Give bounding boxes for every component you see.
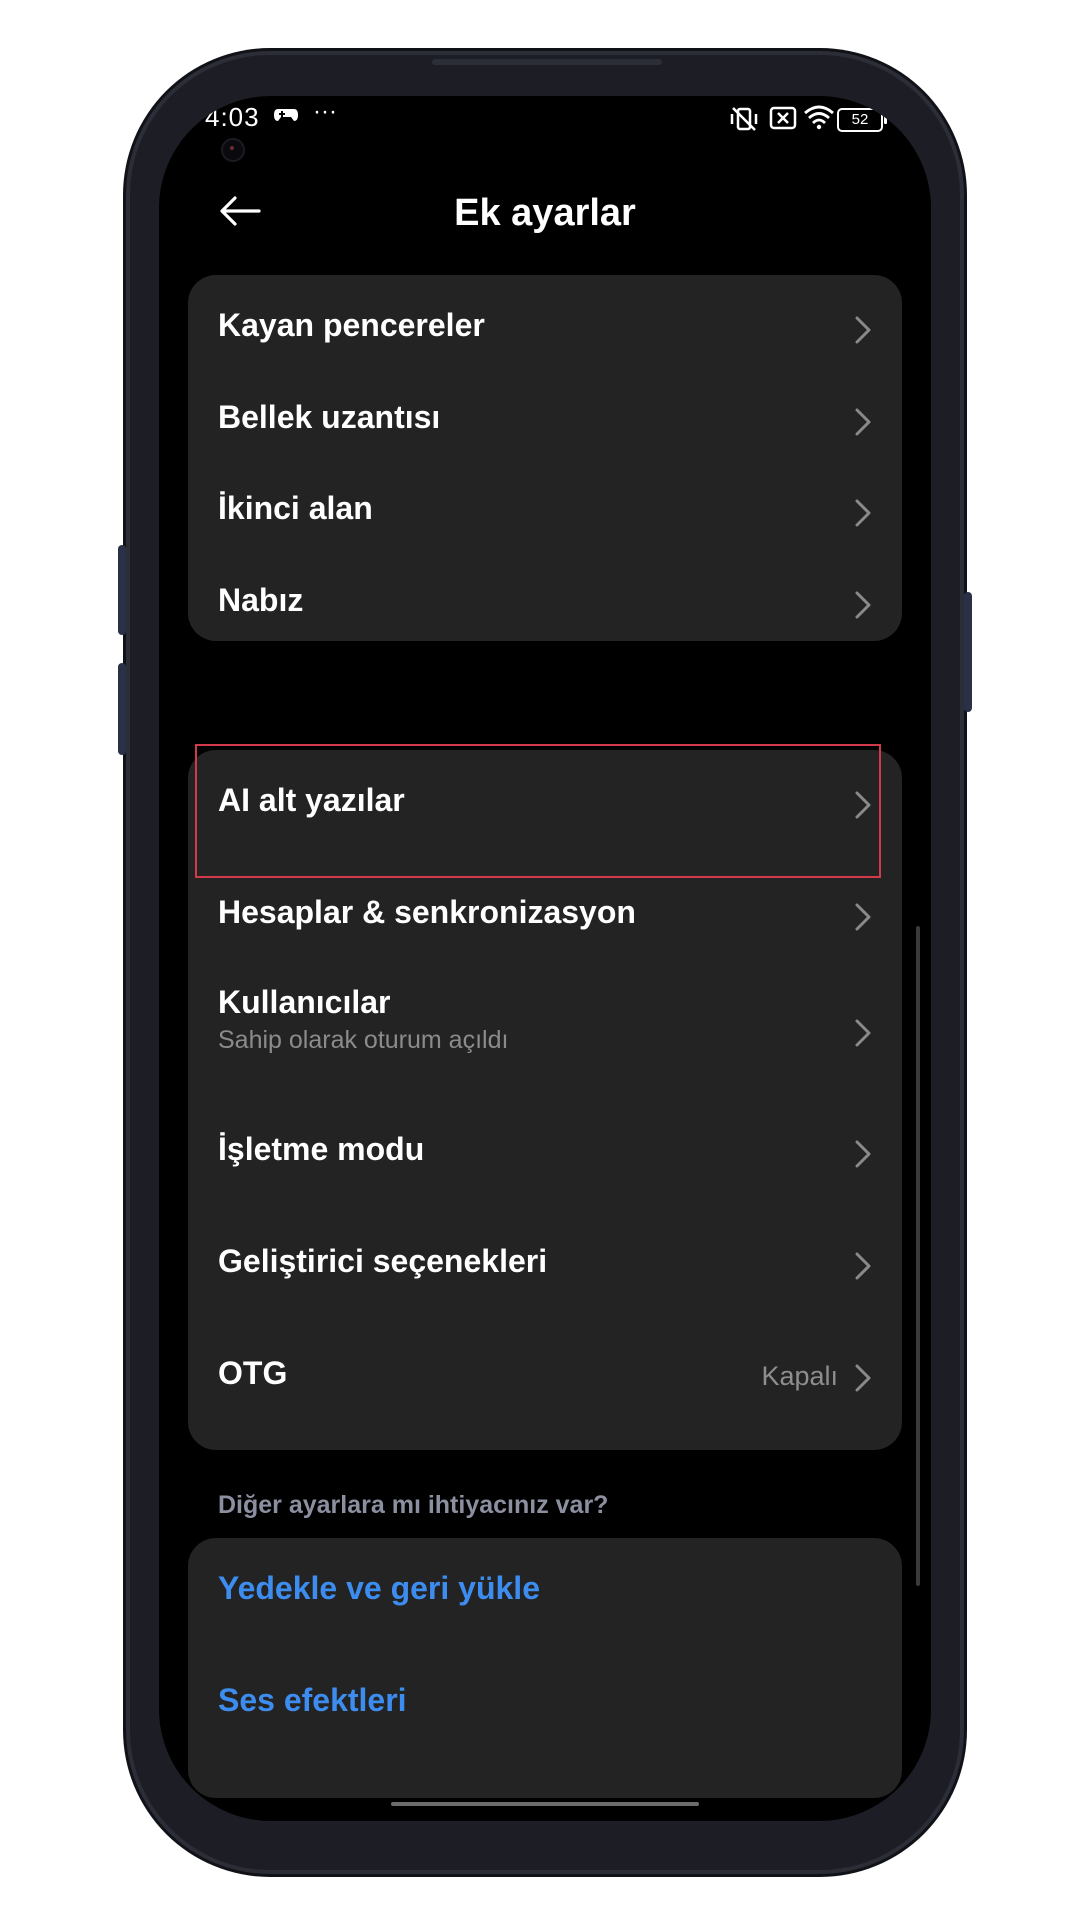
chevron-right-icon xyxy=(855,903,871,931)
game-controller-icon xyxy=(273,104,299,132)
top-speaker xyxy=(432,59,662,65)
front-camera xyxy=(221,138,245,162)
highlight-box xyxy=(195,744,881,878)
setting-label: Kayan pencereler xyxy=(218,307,485,343)
home-indicator[interactable] xyxy=(391,1802,699,1806)
battery-indicator: 52 xyxy=(837,108,887,132)
setting-value: Kapalı xyxy=(761,1361,838,1391)
sim-off-icon xyxy=(769,106,797,137)
link-label: Ses efektleri xyxy=(218,1682,407,1718)
volume-up-button xyxy=(118,545,126,635)
section-hint: Diğer ayarlara mı ihtiyacınız var? xyxy=(218,1491,609,1519)
setting-sublabel: Sahip olarak oturum açıldı xyxy=(218,1026,509,1054)
chevron-right-icon xyxy=(855,1252,871,1280)
setting-label: İşletme modu xyxy=(218,1131,425,1167)
status-bar: 4:03 ··· 52 xyxy=(159,96,931,166)
scrollbar[interactable] xyxy=(916,926,920,1586)
chevron-right-icon xyxy=(855,591,871,619)
setting-label: Kullanıcılar xyxy=(218,984,391,1020)
chevron-right-icon xyxy=(855,316,871,344)
setting-label: İkinci alan xyxy=(218,490,373,526)
wifi-icon xyxy=(803,104,835,137)
chevron-right-icon xyxy=(855,1140,871,1168)
setting-pulse[interactable]: Nabız xyxy=(188,550,902,660)
power-button xyxy=(964,592,972,712)
link-backup-restore[interactable]: Yedekle ve geri yükle xyxy=(188,1538,902,1648)
chevron-right-icon xyxy=(855,1019,871,1047)
phone-screen: 4:03 ··· 52 Ek ayarlar Kayan pencereler … xyxy=(159,96,931,1821)
volume-down-button xyxy=(118,663,126,755)
link-label: Yedekle ve geri yükle xyxy=(218,1570,540,1606)
chevron-right-icon xyxy=(855,499,871,527)
setting-developer-options[interactable]: Geliştirici seçenekleri xyxy=(188,1211,902,1321)
chevron-right-icon xyxy=(855,1364,871,1392)
setting-accounts-sync[interactable]: Hesaplar & senkronizasyon xyxy=(188,862,902,972)
chevron-right-icon xyxy=(855,408,871,436)
page-title: Ek ayarlar xyxy=(454,192,636,234)
setting-label: Bellek uzantısı xyxy=(218,399,441,435)
setting-otg[interactable]: OTG Kapalı xyxy=(188,1323,902,1433)
setting-label: Hesaplar & senkronizasyon xyxy=(218,894,636,930)
setting-label: OTG xyxy=(218,1355,288,1391)
link-sound-effects[interactable]: Ses efektleri xyxy=(188,1650,902,1760)
status-time: 4:03 xyxy=(205,102,260,132)
vibrate-mute-icon xyxy=(729,106,759,139)
setting-label: Nabız xyxy=(218,582,304,618)
more-settings-group: Yedekle ve geri yükle Ses efektleri xyxy=(188,1538,902,1798)
settings-group-1: Kayan pencereler Bellek uzantısı İkinci … xyxy=(188,275,902,641)
more-dots-icon: ··· xyxy=(313,98,337,125)
setting-users[interactable]: Kullanıcılar Sahip olarak oturum açıldı xyxy=(188,964,902,1104)
setting-business-mode[interactable]: İşletme modu xyxy=(188,1099,902,1209)
setting-label: Geliştirici seçenekleri xyxy=(218,1243,548,1279)
